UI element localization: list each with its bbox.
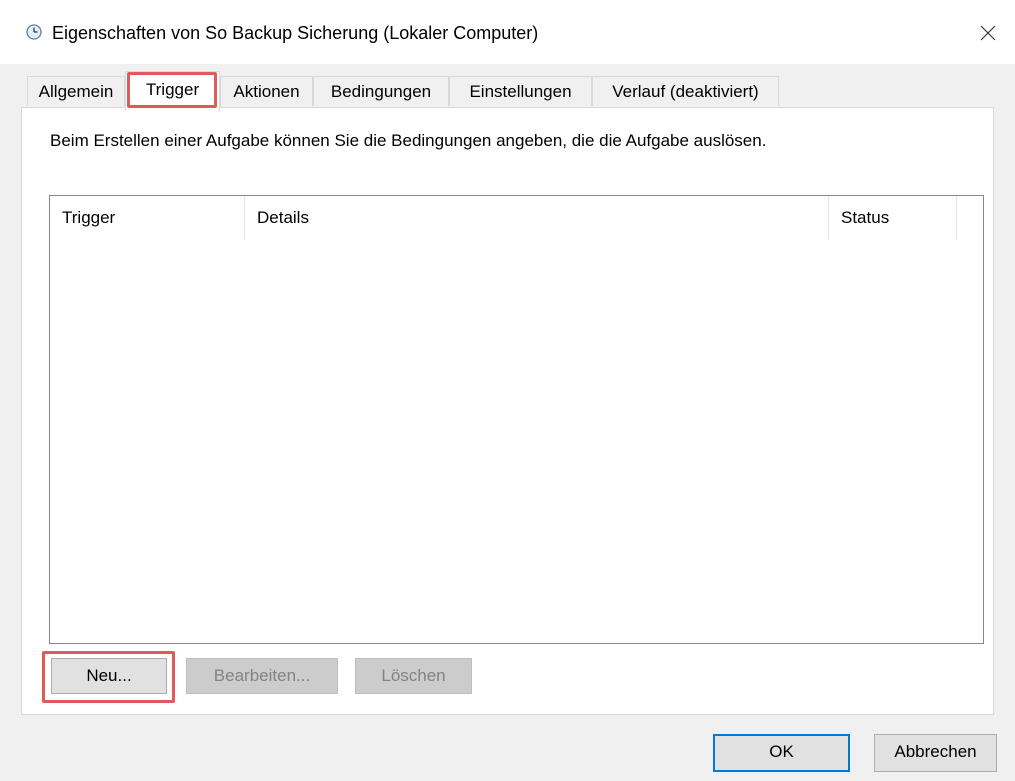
delete-button[interactable]: Löschen (355, 658, 472, 694)
column-header-details[interactable]: Details (245, 196, 829, 240)
title-bar: Eigenschaften von So Backup Sicherung (L… (0, 0, 1015, 64)
column-header-status[interactable]: Status (829, 196, 957, 240)
column-separator[interactable] (956, 196, 957, 240)
ok-button[interactable]: OK (713, 734, 850, 772)
column-header-trigger[interactable]: Trigger (50, 196, 244, 240)
trigger-list[interactable]: Trigger Details Status (49, 195, 984, 644)
tab-einstellungen[interactable]: Einstellungen (449, 76, 592, 106)
new-button[interactable]: Neu... (51, 658, 167, 694)
close-button[interactable] (960, 12, 1015, 54)
cancel-button[interactable]: Abbrechen (874, 734, 997, 772)
trigger-description: Beim Erstellen einer Aufgabe können Sie … (50, 131, 767, 150)
tab-verlauf[interactable]: Verlauf (deaktiviert) (592, 76, 779, 106)
tab-bedingungen[interactable]: Bedingungen (313, 76, 449, 106)
window-title: Eigenschaften von So Backup Sicherung (L… (52, 23, 539, 43)
close-icon (980, 25, 995, 41)
clock-icon (26, 24, 42, 40)
tab-aktionen[interactable]: Aktionen (220, 76, 313, 106)
tab-allgemein[interactable]: Allgemein (27, 76, 125, 106)
tab-trigger[interactable]: Trigger (125, 71, 220, 111)
edit-button[interactable]: Bearbeiten... (186, 658, 338, 694)
